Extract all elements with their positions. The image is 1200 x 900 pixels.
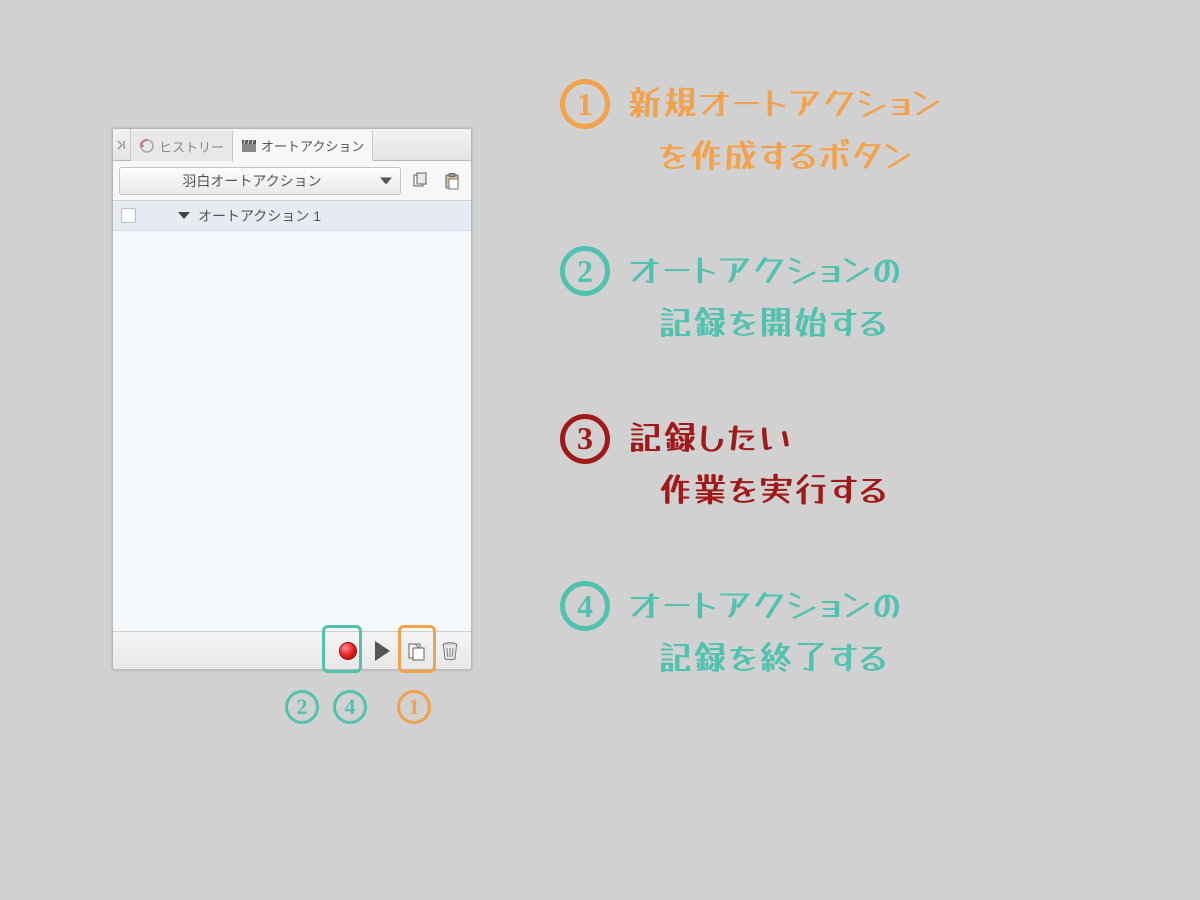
annotation-2-line2: 記録を開始する bbox=[658, 295, 902, 348]
play-icon bbox=[375, 641, 390, 661]
annotation-1-line1: 新規オートアクション bbox=[628, 75, 943, 128]
new-page-icon bbox=[406, 641, 426, 661]
list-item[interactable]: オートアクション 1 bbox=[113, 201, 471, 231]
annotation-4-text: オートアクションの 記録を終了する bbox=[628, 577, 902, 682]
tab-autoaction[interactable]: オートアクション bbox=[233, 131, 373, 161]
annotation-3-text: 記録したい 作業を実行する bbox=[628, 410, 888, 515]
action-item-label: オートアクション 1 bbox=[198, 206, 321, 226]
panel-collapse-handle[interactable] bbox=[113, 129, 131, 160]
annotation-3-number: 3 bbox=[560, 414, 610, 464]
annotation-3-line1: 記録したい bbox=[628, 410, 888, 463]
tab-bar: ヒストリー オートアクション bbox=[113, 129, 471, 161]
footer-mark-1: 1 bbox=[397, 690, 431, 724]
disclosure-triangle-icon[interactable] bbox=[178, 212, 190, 219]
panel-toolbar: 羽白オートアクション bbox=[113, 161, 471, 201]
annotation-4-line2: 記録を終了する bbox=[658, 630, 902, 683]
tab-autoaction-label: オートアクション bbox=[261, 136, 364, 155]
tab-history-label: ヒストリー bbox=[159, 137, 224, 156]
trash-icon bbox=[441, 641, 459, 661]
record-icon bbox=[339, 642, 357, 660]
action-set-selected: 羽白オートアクション bbox=[182, 171, 321, 191]
auto-action-panel: ヒストリー オートアクション 羽白オートアクション オー bbox=[112, 128, 472, 670]
annotation-2-number: 2 bbox=[560, 246, 610, 296]
annotation-3-line2: 作業を実行する bbox=[658, 462, 888, 515]
action-set-dropdown[interactable]: 羽白オートアクション bbox=[119, 167, 401, 195]
panel-footer bbox=[113, 631, 471, 669]
new-action-button[interactable] bbox=[401, 636, 431, 666]
annotation-2: 2 オートアクションの 記録を開始する bbox=[560, 242, 1160, 347]
annotation-1-text: 新規オートアクション を作成するボタン bbox=[628, 75, 943, 180]
footer-mark-2: 2 bbox=[285, 690, 319, 724]
copy-icon bbox=[411, 172, 429, 190]
annotation-3: 3 記録したい 作業を実行する bbox=[560, 410, 1160, 515]
annotation-2-text: オートアクションの 記録を開始する bbox=[628, 242, 902, 347]
delete-button[interactable] bbox=[435, 636, 465, 666]
annotation-4-number: 4 bbox=[560, 581, 610, 631]
copy-button[interactable] bbox=[407, 168, 433, 194]
action-list: オートアクション 1 bbox=[113, 201, 471, 631]
annotation-1-number: 1 bbox=[560, 79, 610, 129]
tab-history[interactable]: ヒストリー bbox=[131, 131, 233, 161]
action-enable-checkbox[interactable] bbox=[121, 208, 136, 223]
paste-button[interactable] bbox=[439, 168, 465, 194]
annotation-1-line2: を作成するボタン bbox=[658, 128, 943, 181]
annotation-1: 1 新規オートアクション を作成するボタン bbox=[560, 75, 1160, 180]
chevron-down-icon bbox=[380, 177, 392, 184]
annotation-4: 4 オートアクションの 記録を終了する bbox=[560, 577, 1160, 682]
record-button[interactable] bbox=[333, 636, 363, 666]
clapperboard-icon bbox=[241, 138, 257, 154]
footer-mark-4: 4 bbox=[333, 690, 367, 724]
annotations: 1 新規オートアクション を作成するボタン 2 オートアクションの 記録を開始す… bbox=[560, 75, 1160, 745]
paste-icon bbox=[443, 172, 461, 190]
annotation-4-line1: オートアクションの bbox=[628, 577, 902, 630]
play-button[interactable] bbox=[367, 636, 397, 666]
history-icon bbox=[139, 138, 155, 154]
annotation-2-line1: オートアクションの bbox=[628, 242, 902, 295]
